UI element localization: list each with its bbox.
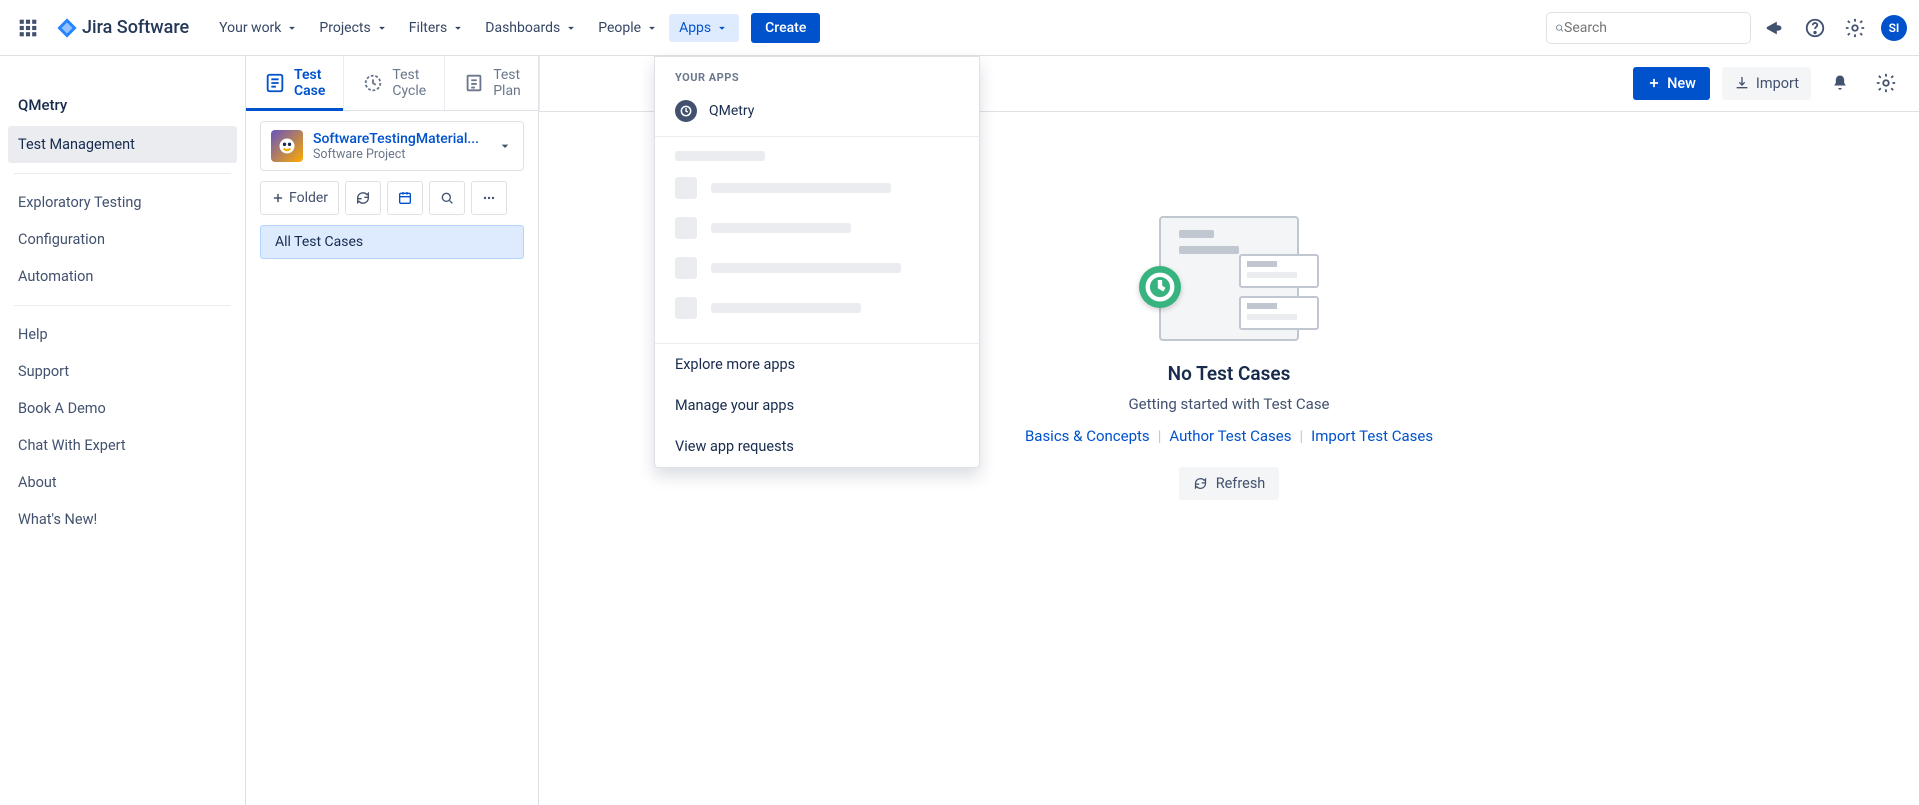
nav-your-work[interactable]: Your work bbox=[209, 14, 309, 42]
app-switcher-icon[interactable] bbox=[12, 12, 44, 44]
project-selector[interactable]: SoftwareTestingMaterial... Software Proj… bbox=[260, 121, 524, 171]
sidebar-test-management[interactable]: Test Management bbox=[8, 126, 237, 163]
link-author-test-cases[interactable]: Author Test Cases bbox=[1169, 427, 1291, 445]
apps-dropdown: YOUR APPS QMetry Explore more apps Manag… bbox=[654, 56, 980, 468]
sidebar-whats-new[interactable]: What's New! bbox=[0, 501, 245, 538]
empty-state-illustration bbox=[1139, 216, 1319, 346]
project-subtitle: Software Project bbox=[313, 147, 487, 162]
qmetry-app-icon bbox=[675, 100, 697, 122]
sidebar-help[interactable]: Help bbox=[0, 316, 245, 353]
nav-dashboards[interactable]: Dashboards bbox=[475, 14, 588, 42]
sidebar-book-demo[interactable]: Book A Demo bbox=[0, 390, 245, 427]
dropdown-view-requests[interactable]: View app requests bbox=[655, 426, 979, 467]
nav-projects[interactable]: Projects bbox=[309, 14, 398, 42]
more-options-button[interactable] bbox=[471, 181, 507, 215]
tab-test-cycle[interactable]: Test Cycle bbox=[344, 56, 445, 110]
sidebar-support[interactable]: Support bbox=[0, 353, 245, 390]
dropdown-app-qmetry[interactable]: QMetry bbox=[655, 90, 979, 136]
dropdown-manage-apps[interactable]: Manage your apps bbox=[655, 385, 979, 426]
test-cycle-icon bbox=[362, 72, 384, 94]
sidebar-automation[interactable]: Automation bbox=[0, 258, 245, 295]
refresh-button[interactable]: Refresh bbox=[1179, 467, 1280, 500]
link-import-test-cases[interactable]: Import Test Cases bbox=[1311, 427, 1433, 445]
news-icon[interactable] bbox=[1759, 12, 1791, 44]
test-case-icon bbox=[264, 72, 286, 94]
calendar-button[interactable] bbox=[387, 181, 423, 215]
nav-filters[interactable]: Filters bbox=[399, 14, 476, 42]
empty-subtitle: Getting started with Test Case bbox=[1025, 395, 1433, 413]
logo-text: Jira Software bbox=[82, 17, 189, 38]
sidebar-configuration[interactable]: Configuration bbox=[0, 221, 245, 258]
sidebar-title: QMetry bbox=[0, 76, 245, 126]
dropdown-explore-apps[interactable]: Explore more apps bbox=[655, 344, 979, 385]
dropdown-loading-skeleton bbox=[655, 137, 979, 343]
jira-logo[interactable]: Jira Software bbox=[48, 17, 197, 39]
sidebar-about[interactable]: About bbox=[0, 464, 245, 501]
create-button[interactable]: Create bbox=[751, 13, 820, 43]
empty-title: No Test Cases bbox=[1025, 362, 1433, 385]
sidebar-chat-expert[interactable]: Chat With Expert bbox=[0, 427, 245, 464]
tab-test-case[interactable]: Test Case bbox=[246, 56, 344, 110]
link-basics-concepts[interactable]: Basics & Concepts bbox=[1025, 427, 1150, 445]
search-field[interactable] bbox=[1564, 20, 1742, 36]
user-avatar[interactable]: SI bbox=[1881, 15, 1907, 41]
search-folder-button[interactable] bbox=[429, 181, 465, 215]
nav-apps[interactable]: Apps bbox=[669, 14, 739, 42]
settings-icon[interactable] bbox=[1839, 12, 1871, 44]
chevron-down-icon bbox=[497, 138, 513, 154]
import-button[interactable]: Import bbox=[1722, 67, 1811, 100]
notification-bell-icon[interactable] bbox=[1823, 66, 1857, 100]
test-plan-icon bbox=[463, 72, 485, 94]
nav-people[interactable]: People bbox=[588, 14, 669, 42]
project-logo bbox=[271, 130, 303, 162]
search-input[interactable] bbox=[1546, 12, 1751, 44]
tree-all-test-cases[interactable]: All Test Cases bbox=[260, 225, 524, 259]
main-settings-icon[interactable] bbox=[1869, 66, 1903, 100]
help-icon[interactable] bbox=[1799, 12, 1831, 44]
dropdown-header: YOUR APPS bbox=[655, 57, 979, 90]
tab-test-plan[interactable]: Test Plan bbox=[445, 56, 540, 110]
add-folder-button[interactable]: Folder bbox=[260, 181, 339, 215]
new-button[interactable]: New bbox=[1633, 67, 1710, 100]
project-name: SoftwareTestingMaterial... bbox=[313, 131, 487, 147]
sync-button[interactable] bbox=[345, 181, 381, 215]
sidebar-exploratory-testing[interactable]: Exploratory Testing bbox=[0, 184, 245, 221]
